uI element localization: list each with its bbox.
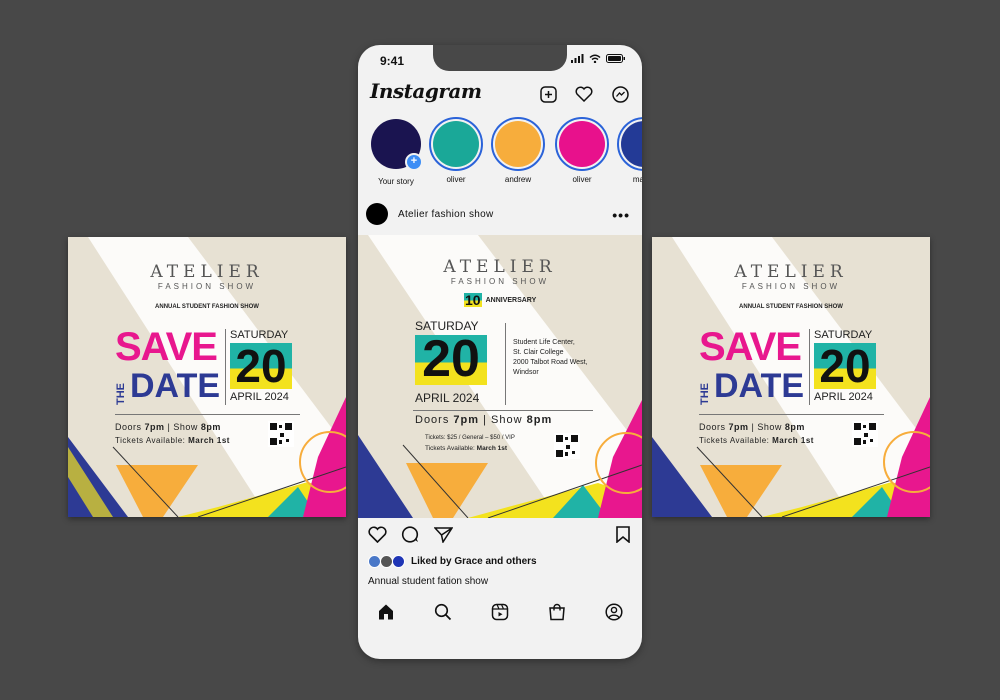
instagram-logo: Instagram [370, 79, 482, 103]
poster-brand: ATELIER [734, 262, 848, 282]
story-avatar [495, 121, 541, 167]
search-icon[interactable] [434, 603, 452, 626]
month-year: APRIL 2024 [415, 391, 480, 405]
poster-brand-sub: FASHION SHOW [450, 277, 550, 286]
poster-brand-sub: FASHION SHOW [741, 282, 841, 291]
right-poster: ATELIER FASHION SHOW ANNUAL STUDENT FASH… [652, 237, 930, 517]
month-year: APRIL 2024 [814, 391, 873, 403]
save-text: SAVE [115, 325, 218, 369]
likes-text: Liked by Grace and others [411, 556, 537, 567]
anniversary-number: 10 [464, 292, 482, 308]
story-andrew[interactable]: andrew [488, 117, 548, 184]
poster-tagline: ANNUAL STUDENT FASHION SHOW [155, 304, 259, 310]
heart-icon[interactable] [574, 84, 594, 104]
poster-brand: ATELIER [443, 257, 557, 277]
story-oliver[interactable]: oliver [426, 117, 486, 184]
day-block: 20 [814, 340, 876, 392]
share-icon[interactable] [433, 526, 454, 548]
qr-code-icon [852, 421, 878, 447]
poster-brand: ATELIER [150, 262, 264, 282]
tickets-available: Tickets Available: March 1st [699, 436, 814, 445]
shop-icon[interactable] [548, 603, 566, 626]
post-header: Atelier fashion show [366, 203, 494, 225]
more-options-icon[interactable]: ••• [612, 207, 630, 223]
day-block: 20 [415, 330, 487, 388]
doors-show: Doors 7pm | Show 8pm [699, 422, 805, 432]
story-name: oliver [572, 175, 592, 184]
reels-icon[interactable] [491, 603, 509, 626]
story-name: andrew [504, 175, 532, 184]
liker-avatar [392, 555, 405, 568]
venue-3: 2000 Talbot Road West, [513, 359, 588, 366]
phone-frame: 9:41 Instagram + Your story oliver andre… [358, 45, 642, 659]
venue-4: Windsor [513, 369, 539, 376]
likes-row[interactable]: Liked by Grace and others [368, 555, 537, 568]
post-actions [368, 526, 454, 548]
poster-tagline: ANNUAL STUDENT FASHION SHOW [739, 304, 843, 310]
day-number: 20 [819, 340, 871, 392]
story-avatar [559, 121, 605, 167]
anniversary-label: ANNIVERSARY [485, 296, 537, 304]
post-username[interactable]: Atelier fashion show [398, 209, 494, 220]
ticket-prices: Tickets: $25 / General – $50 / VIP [425, 435, 515, 441]
header-actions [538, 84, 630, 104]
the-text: THE [115, 383, 127, 405]
left-poster: ATELIER FASHION SHOW ANNUAL STUDENT FASH… [68, 237, 346, 517]
story-avatar [433, 121, 479, 167]
new-post-icon[interactable] [538, 84, 558, 104]
post-image[interactable]: ATELIER FASHION SHOW 10 ANNIVERSARY SATU… [358, 235, 642, 518]
story-name: Your story [378, 177, 414, 186]
doors-show: Doors 7pm | Show 8pm [115, 422, 221, 432]
poster-brand-sub: FASHION SHOW [157, 282, 257, 291]
post-caption: Annual student fation show [368, 576, 489, 587]
month-year: APRIL 2024 [230, 391, 289, 403]
date-text: DATE [130, 367, 221, 405]
day-block: 20 [230, 340, 292, 392]
story-mateo[interactable]: mateo [614, 117, 642, 184]
anniversary-badge: 10 ANNIVERSARY [464, 293, 536, 307]
battery-icon [606, 54, 625, 63]
venue-2: St. Clair College [513, 349, 564, 356]
venue-1: Student Life Center, [513, 339, 575, 346]
signal-icon [571, 54, 584, 63]
bottom-nav [358, 603, 642, 626]
tickets-available: Tickets Available: March 1st [425, 445, 508, 452]
add-story-icon[interactable]: + [405, 153, 423, 171]
qr-code-icon [268, 421, 294, 447]
wifi-icon [589, 54, 601, 63]
day-number: 20 [235, 340, 287, 392]
profile-icon[interactable] [605, 603, 623, 626]
story-oliver-2[interactable]: oliver [552, 117, 612, 184]
bookmark-icon[interactable] [616, 526, 630, 548]
post-avatar[interactable] [366, 203, 388, 225]
date-text: DATE [714, 367, 805, 405]
the-text: THE [699, 383, 711, 405]
messenger-icon[interactable] [610, 84, 630, 104]
story-name: oliver [446, 175, 466, 184]
day-number: 20 [422, 330, 480, 388]
phone-notch [433, 45, 567, 71]
home-icon[interactable] [377, 603, 395, 626]
like-heart-icon[interactable] [368, 526, 387, 548]
story-your-story[interactable]: + Your story [366, 119, 426, 186]
doors-show: Doors 7pm | Show 8pm [415, 414, 553, 426]
status-icons [571, 54, 626, 63]
story-name: mateo [632, 175, 642, 184]
comment-icon[interactable] [401, 526, 420, 548]
save-text: SAVE [699, 325, 802, 369]
story-avatar [621, 121, 642, 167]
tickets-available: Tickets Available: March 1st [115, 436, 230, 445]
qr-code-icon [554, 433, 580, 459]
status-time: 9:41 [380, 54, 405, 68]
